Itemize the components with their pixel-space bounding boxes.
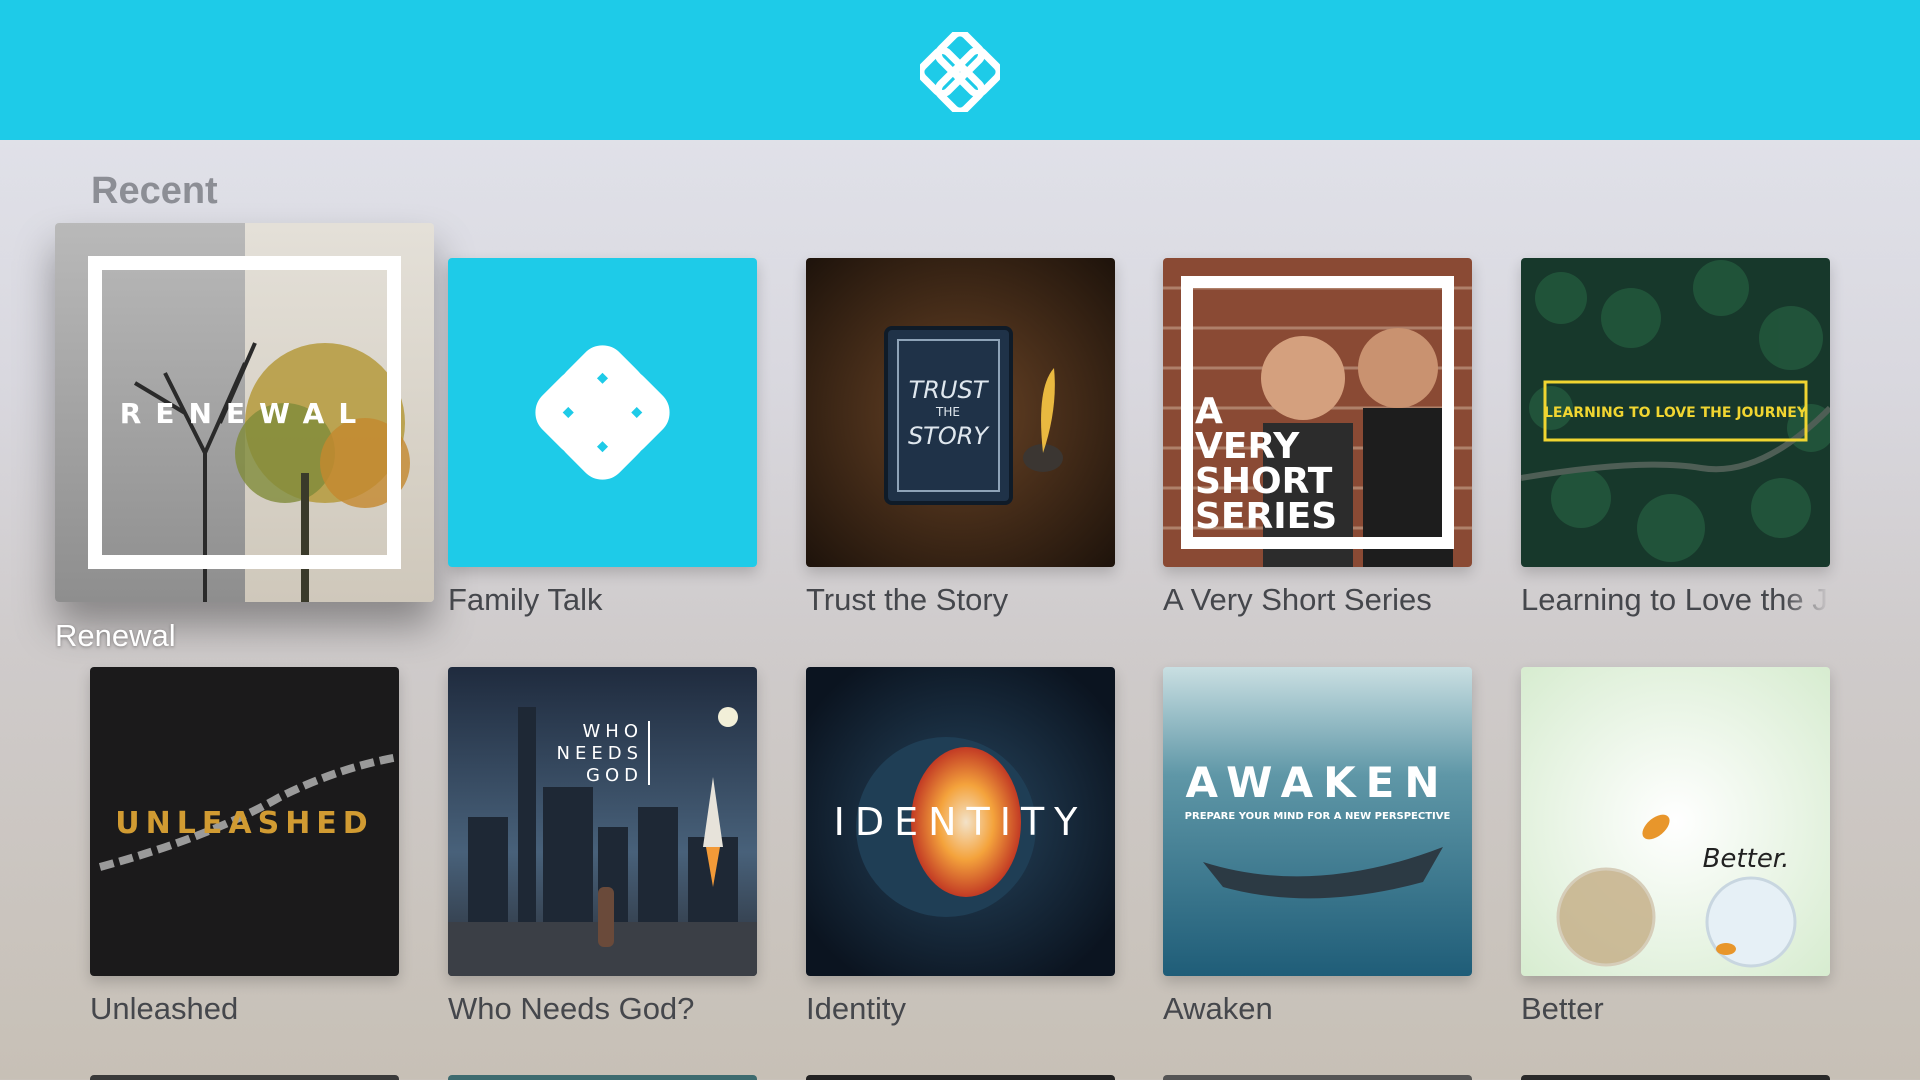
series-title-a-very-short-series: A Very Short Series bbox=[1163, 582, 1432, 617]
renewal-artwork: RENEWAL bbox=[55, 223, 434, 602]
wng-art-line2: NEEDS bbox=[557, 743, 644, 764]
learning-art-title: LEARNING TO LOVE THE JOURNEY bbox=[1544, 405, 1808, 421]
series-tile-identity[interactable]: IDENTITY bbox=[806, 667, 1115, 976]
family-talk-artwork bbox=[448, 258, 757, 567]
series-tile-a-very-short-series[interactable]: A VERY SHORT SERIES bbox=[1163, 258, 1472, 567]
series-title-better: Better bbox=[1521, 991, 1604, 1026]
section-title: Recent bbox=[91, 170, 218, 212]
series-tile-better[interactable]: Better. bbox=[1521, 667, 1830, 976]
series-title-trust-the-story: Trust the Story bbox=[806, 582, 1009, 617]
next-row-tile-peek bbox=[1163, 1075, 1472, 1080]
wng-art-line3: GOD bbox=[586, 765, 643, 786]
trust-the-story-artwork: TRUST THE STORY bbox=[806, 258, 1115, 567]
next-row-tile-peek bbox=[806, 1075, 1115, 1080]
unleashed-art-title: UNLEASHED bbox=[115, 806, 373, 841]
series-title-unleashed: Unleashed bbox=[90, 991, 239, 1026]
trust-art-line1: TRUST bbox=[909, 376, 990, 404]
series-title-renewal: Renewal bbox=[55, 618, 176, 653]
x-knot-logo-icon bbox=[917, 29, 1003, 115]
trust-art-line3: STORY bbox=[908, 422, 990, 450]
avss-art-line4: SERIES bbox=[1195, 496, 1337, 537]
identity-art-title: IDENTITY bbox=[834, 800, 1088, 844]
series-title-awaken: Awaken bbox=[1163, 991, 1273, 1026]
series-tile-awaken[interactable]: AWAKEN PREPARE YOUR MIND FOR A NEW PERSP… bbox=[1163, 667, 1472, 976]
unleashed-artwork: UNLEASHED bbox=[90, 667, 399, 976]
awaken-art-subtitle: PREPARE YOUR MIND FOR A NEW PERSPECTIVE bbox=[1185, 811, 1451, 822]
series-tile-unleashed[interactable]: UNLEASHED bbox=[90, 667, 399, 976]
better-artwork: Better. bbox=[1521, 667, 1830, 976]
series-tile-learning-to-love[interactable]: LEARNING TO LOVE THE JOURNEY bbox=[1521, 258, 1830, 567]
renewal-art-title: RENEWAL bbox=[120, 397, 370, 430]
trust-art-line2: THE bbox=[935, 405, 960, 419]
series-title-learning-to-love: Learning to Love the J bbox=[1521, 582, 1828, 617]
series-title-who-needs-god: Who Needs God? bbox=[448, 991, 695, 1026]
next-row-tile-peek bbox=[90, 1075, 399, 1080]
series-tile-who-needs-god[interactable]: WHO NEEDS GOD bbox=[448, 667, 757, 976]
identity-artwork: IDENTITY bbox=[806, 667, 1115, 976]
next-row-tile-peek bbox=[448, 1075, 757, 1080]
series-title-identity: Identity bbox=[806, 991, 906, 1026]
series-tile-renewal[interactable]: RENEWAL bbox=[55, 223, 434, 602]
wng-art-line1: WHO bbox=[582, 721, 643, 742]
awaken-artwork: AWAKEN PREPARE YOUR MIND FOR A NEW PERSP… bbox=[1163, 667, 1472, 976]
series-tile-trust-the-story[interactable]: TRUST THE STORY bbox=[806, 258, 1115, 567]
a-very-short-series-artwork: A VERY SHORT SERIES bbox=[1163, 258, 1472, 567]
series-tile-family-talk[interactable] bbox=[448, 258, 757, 567]
top-bar bbox=[0, 0, 1920, 140]
next-row-tile-peek bbox=[1521, 1075, 1830, 1080]
learning-to-love-artwork: LEARNING TO LOVE THE JOURNEY bbox=[1521, 258, 1830, 567]
who-needs-god-artwork: WHO NEEDS GOD bbox=[448, 667, 757, 976]
awaken-art-title: AWAKEN bbox=[1186, 758, 1450, 807]
better-art-title: Better. bbox=[1703, 844, 1790, 874]
series-title-family-talk: Family Talk bbox=[448, 582, 603, 617]
